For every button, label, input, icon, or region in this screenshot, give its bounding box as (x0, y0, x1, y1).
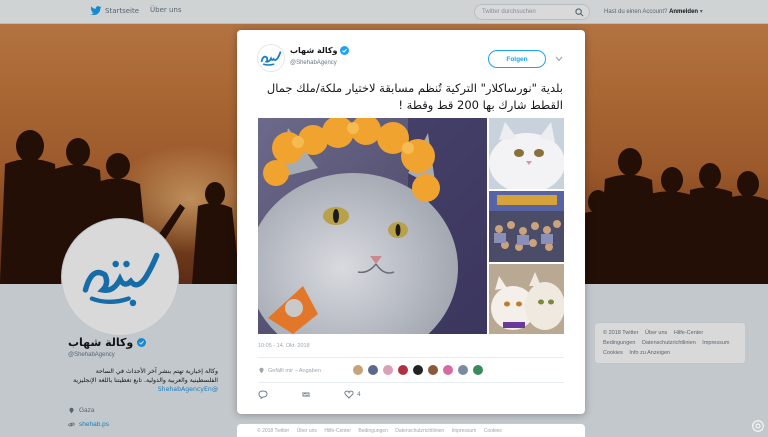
tweet-actions: 4 (258, 390, 391, 399)
two-cats-image (489, 264, 564, 334)
like-button[interactable]: 4 (344, 390, 361, 399)
footer-link[interactable]: Impressum (452, 428, 477, 434)
footer-link[interactable]: Cookies (484, 428, 502, 434)
heart-icon (344, 390, 354, 399)
location-pin-icon (259, 367, 264, 374)
liker-avatar[interactable] (412, 364, 424, 376)
liker-avatar[interactable] (427, 364, 439, 376)
liker-avatar[interactable] (352, 364, 364, 376)
tweet-author-handle[interactable]: @ShehabAgency (290, 60, 337, 66)
crowd-image (489, 191, 564, 262)
divider (258, 382, 564, 383)
tweet-likes-label: Gefällt mir – Angaben (258, 367, 321, 374)
liker-avatar[interactable] (367, 364, 379, 376)
tweet-timestamp[interactable]: 10:05 - 14. Okt. 2018 (258, 343, 310, 349)
tweet-text: بلدية "نورساكلار" التركية تُنظم مسابقة ل… (266, 81, 563, 112)
footer-link[interactable]: © 2018 Twitter (257, 428, 289, 434)
divider (258, 357, 564, 358)
tweet-photo-white-cat[interactable] (489, 118, 564, 189)
liker-avatars (352, 364, 484, 376)
footer-link[interactable]: Bedingungen (358, 428, 387, 434)
footer-link[interactable]: Hilfe-Center (324, 428, 351, 434)
liker-avatar[interactable] (472, 364, 484, 376)
tweet-author-name-text: وكالة شهاب (290, 46, 338, 55)
liker-avatar[interactable] (442, 364, 454, 376)
retweet-icon (302, 392, 310, 397)
follow-button[interactable]: Folgen (488, 50, 546, 68)
chevron-down-icon[interactable] (555, 56, 563, 62)
shehab-logo-icon (260, 51, 282, 66)
verified-badge-icon (340, 46, 350, 55)
footer-link[interactable]: Über uns (297, 428, 317, 434)
tweet-photo-main[interactable] (258, 118, 487, 334)
cat-photo-image (258, 118, 487, 334)
liker-avatar[interactable] (382, 364, 394, 376)
reply-icon (258, 390, 268, 399)
reply-button[interactable] (258, 390, 271, 399)
tweet-photo-two-cats[interactable] (489, 264, 564, 334)
like-count: 4 (357, 391, 361, 398)
liker-avatar[interactable] (457, 364, 469, 376)
white-cat-image (489, 118, 564, 189)
tweet-photo-crowd[interactable] (489, 191, 564, 262)
tweet-author-name[interactable]: وكالة شهاب (290, 46, 350, 55)
tweet-likes-label-text: Gefällt mir – Angaben (268, 367, 321, 374)
tweet-author-avatar[interactable] (257, 44, 285, 72)
tweet-modal: وكالة شهاب @ShehabAgency Folgen بلدية "ن… (237, 30, 585, 414)
tweet-photo-grid (258, 118, 564, 334)
liker-avatar[interactable] (397, 364, 409, 376)
retweet-button[interactable] (301, 390, 314, 399)
under-modal-footer: © 2018 Twitter Über uns Hilfe-Center Bed… (237, 424, 585, 437)
creative-commons-icon (752, 420, 764, 432)
footer-link[interactable]: Datenschutzrichtlinien (395, 428, 444, 434)
